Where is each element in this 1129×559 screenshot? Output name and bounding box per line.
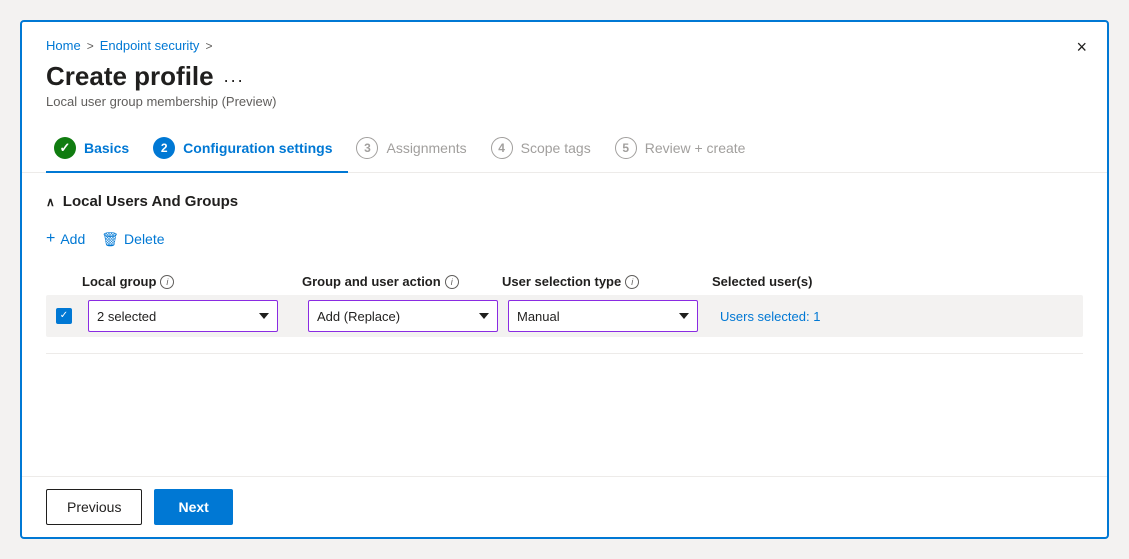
table-header: Local group i Group and user action i Us… bbox=[46, 268, 1083, 295]
modal-header: Home > Endpoint security > Create profil… bbox=[22, 22, 1107, 117]
col-selected-users: Selected user(s) bbox=[712, 274, 1083, 289]
col-local-group: Local group i bbox=[82, 274, 302, 289]
row-checkbox[interactable] bbox=[46, 308, 82, 324]
local-group-cell: 2 selected bbox=[82, 296, 302, 336]
tab-review-circle: 5 bbox=[615, 137, 637, 159]
tab-assignments-step: 3 bbox=[364, 141, 371, 155]
breadcrumb: Home > Endpoint security > bbox=[46, 38, 1083, 53]
add-label: Add bbox=[60, 231, 85, 247]
local-group-info-icon[interactable]: i bbox=[160, 275, 174, 289]
content-area: ∧ Local Users And Groups + Add 🗑 Delete … bbox=[22, 173, 1107, 476]
delete-button[interactable]: 🗑 Delete bbox=[101, 227, 164, 252]
tab-basics-label: Basics bbox=[84, 140, 129, 156]
tab-config-settings[interactable]: 2 Configuration settings bbox=[145, 129, 348, 173]
tab-config-circle: 2 bbox=[153, 137, 175, 159]
page-subtitle: Local user group membership (Preview) bbox=[46, 94, 1083, 109]
group-user-action-info-icon[interactable]: i bbox=[445, 275, 459, 289]
col-group-user-action-label: Group and user action bbox=[302, 274, 441, 289]
group-user-action-cell: Add (Replace) bbox=[302, 296, 502, 336]
tab-scope-label: Scope tags bbox=[521, 140, 591, 156]
close-button[interactable]: × bbox=[1076, 38, 1087, 56]
tab-scope-circle: 4 bbox=[491, 137, 513, 159]
user-selection-type-info-icon[interactable]: i bbox=[625, 275, 639, 289]
breadcrumb-endpoint-security[interactable]: Endpoint security bbox=[100, 38, 200, 53]
col-selected-users-label: Selected user(s) bbox=[712, 274, 812, 289]
col-group-user-action: Group and user action i bbox=[302, 274, 502, 289]
add-icon: + bbox=[46, 230, 55, 248]
breadcrumb-sep1: > bbox=[87, 39, 94, 53]
tab-scope-tags[interactable]: 4 Scope tags bbox=[483, 129, 607, 173]
col-local-group-label: Local group bbox=[82, 274, 156, 289]
tab-basics-circle: ✓ bbox=[54, 137, 76, 159]
section-chevron[interactable]: ∧ bbox=[46, 195, 55, 209]
table-row: 2 selected Add (Replace) Manual Users se… bbox=[46, 295, 1083, 337]
add-button[interactable]: + Add bbox=[46, 226, 85, 252]
tab-assignments[interactable]: 3 Assignments bbox=[348, 129, 482, 173]
selected-users-value[interactable]: Users selected: 1 bbox=[712, 305, 1083, 328]
tab-review-create[interactable]: 5 Review + create bbox=[607, 129, 762, 173]
modal-footer: Previous Next bbox=[22, 476, 1107, 537]
next-button[interactable]: Next bbox=[154, 489, 232, 525]
breadcrumb-home[interactable]: Home bbox=[46, 38, 81, 53]
modal-container: Home > Endpoint security > Create profil… bbox=[20, 20, 1109, 539]
content-divider bbox=[46, 353, 1083, 354]
tab-assignments-label: Assignments bbox=[386, 140, 466, 156]
section-title: Local Users And Groups bbox=[63, 193, 238, 210]
col-user-selection-type-label: User selection type bbox=[502, 274, 621, 289]
tab-review-label: Review + create bbox=[645, 140, 746, 156]
user-selection-type-cell: Manual bbox=[502, 296, 712, 336]
checkbox-checked-icon[interactable] bbox=[56, 308, 72, 324]
delete-label: Delete bbox=[124, 231, 164, 247]
breadcrumb-sep2: > bbox=[205, 39, 212, 53]
page-title: Create profile bbox=[46, 61, 214, 92]
user-selection-type-dropdown[interactable]: Manual bbox=[508, 300, 698, 332]
delete-icon: 🗑 bbox=[101, 231, 119, 248]
data-table: Local group i Group and user action i Us… bbox=[46, 268, 1083, 337]
tabs-navigation: ✓ Basics 2 Configuration settings 3 Assi… bbox=[22, 117, 1107, 173]
tab-assignments-circle: 3 bbox=[356, 137, 378, 159]
tab-config-label: Configuration settings bbox=[183, 140, 332, 156]
tab-review-step: 5 bbox=[622, 141, 629, 155]
tab-basics[interactable]: ✓ Basics bbox=[46, 129, 145, 173]
title-row: Create profile ... bbox=[46, 61, 1083, 92]
local-group-dropdown[interactable]: 2 selected bbox=[88, 300, 278, 332]
tab-scope-step: 4 bbox=[498, 141, 505, 155]
tab-config-step: 2 bbox=[161, 141, 168, 155]
col-user-selection-type: User selection type i bbox=[502, 274, 712, 289]
section-header: ∧ Local Users And Groups bbox=[46, 193, 1083, 210]
group-user-action-dropdown[interactable]: Add (Replace) bbox=[308, 300, 498, 332]
more-options-icon[interactable]: ... bbox=[224, 66, 245, 87]
previous-button[interactable]: Previous bbox=[46, 489, 142, 525]
toolbar: + Add 🗑 Delete bbox=[46, 226, 1083, 252]
